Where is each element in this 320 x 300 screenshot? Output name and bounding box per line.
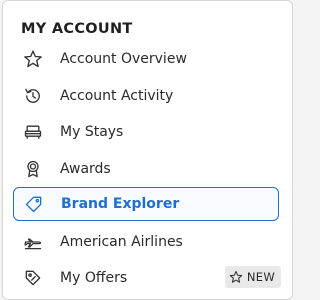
tag-icon <box>23 193 45 215</box>
menu-item-my-stays[interactable]: My Stays <box>13 115 279 149</box>
menu-item-label: Brand Explorer <box>61 196 180 212</box>
menu-item-label: Account Activity <box>60 88 174 104</box>
menu-item-brand-explorer[interactable]: Brand Explorer <box>13 187 279 221</box>
badge-label: NEW <box>246 270 275 284</box>
menu-item-my-offers[interactable]: My Offers NEW <box>13 261 281 295</box>
new-badge: NEW <box>224 266 281 288</box>
menu-item-label: Account Overview <box>60 51 187 67</box>
menu-item-awards[interactable]: Awards <box>13 152 279 186</box>
bed-icon <box>22 121 44 143</box>
menu-item-label: Awards <box>60 161 111 177</box>
offer-tag-icon <box>22 267 44 289</box>
menu-item-account-overview[interactable]: Account Overview <box>13 42 279 76</box>
history-icon <box>22 85 44 107</box>
menu-item-label: My Offers <box>60 270 128 286</box>
star-icon <box>22 48 44 70</box>
menu-item-american-airlines[interactable]: American Airlines <box>13 225 279 259</box>
menu-item-account-activity[interactable]: Account Activity <box>13 79 279 113</box>
menu-item-label: American Airlines <box>60 234 183 250</box>
menu-item-label: My Stays <box>60 124 124 140</box>
star-outline-icon <box>229 270 243 283</box>
menu-heading: MY ACCOUNT <box>21 21 133 37</box>
account-menu-panel: MY ACCOUNT Account Overview Account Acti… <box>2 0 293 300</box>
award-icon <box>22 158 44 180</box>
airplane-icon <box>22 231 44 253</box>
